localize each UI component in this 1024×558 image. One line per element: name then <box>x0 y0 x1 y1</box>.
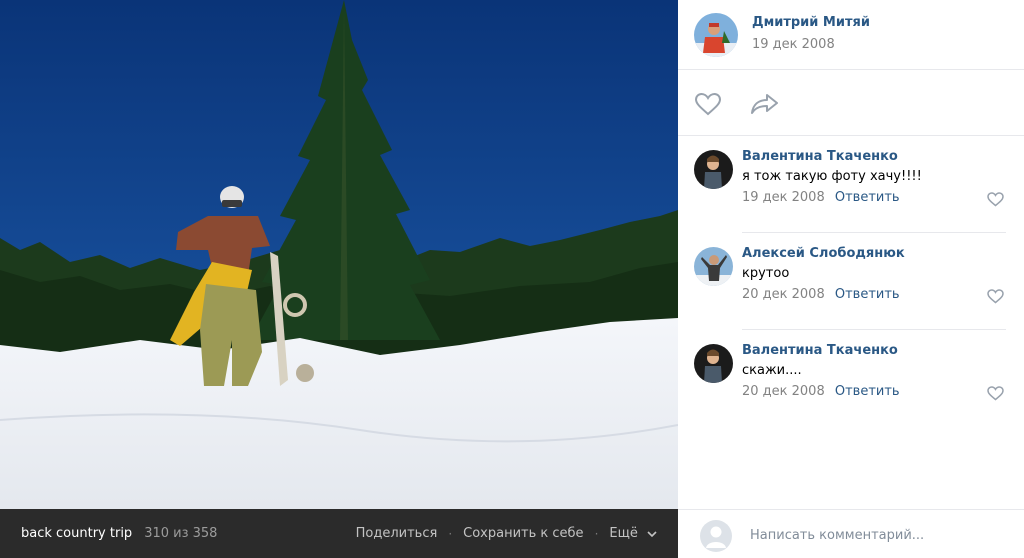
photo-counter: 310 из 358 <box>144 526 218 541</box>
album-title[interactable]: back country trip <box>21 526 132 541</box>
post-actions <box>678 70 1024 136</box>
current-user-avatar <box>700 520 732 552</box>
more-label: Ещё <box>609 526 638 541</box>
author-avatar[interactable] <box>694 13 738 57</box>
comment-composer <box>678 509 1024 558</box>
post-author-header: Дмитрий Митяй 19 дек 2008 <box>678 0 1024 70</box>
heart-outline-icon[interactable] <box>987 386 1004 401</box>
comment-meta: 19 дек 2008 Ответить <box>742 190 900 205</box>
photo-viewer-footer: back country trip 310 из 358 Поделиться … <box>0 509 678 558</box>
comment-meta: 20 дек 2008 Ответить <box>742 384 900 399</box>
reply-link[interactable]: Ответить <box>835 190 900 205</box>
comment-author[interactable]: Валентина Ткаченко <box>742 343 898 358</box>
comment-text: я тож такую фоту хачу!!!! <box>742 169 922 184</box>
comment-text: скажи.... <box>742 363 802 378</box>
comment-author[interactable]: Алексей Слободянюк <box>742 246 905 261</box>
comment-item: Валентина Ткаченко скажи.... 20 дек 2008… <box>678 331 1024 427</box>
commenter-avatar[interactable] <box>694 247 733 286</box>
comment-date: 20 дек 2008 <box>742 384 825 399</box>
share-arrow-icon[interactable] <box>750 92 780 116</box>
commenter-avatar[interactable] <box>694 150 733 189</box>
commenter-avatar[interactable] <box>694 344 733 383</box>
heart-outline-icon[interactable] <box>987 192 1004 207</box>
comment-divider <box>742 232 1006 233</box>
heart-outline-icon[interactable] <box>694 92 722 116</box>
footer-separator: · <box>448 526 453 541</box>
footer-separator: · <box>594 526 599 541</box>
comment-item: Алексей Слободянюк крутоо 20 дек 2008 От… <box>678 234 1024 330</box>
photo-info-panel: Дмитрий Митяй 19 дек 2008 Валентина Ткач… <box>678 0 1024 558</box>
heart-outline-icon[interactable] <box>987 289 1004 304</box>
comment-meta: 20 дек 2008 Ответить <box>742 287 900 302</box>
photo-viewer: back country trip 310 из 358 Поделиться … <box>0 0 678 558</box>
comment-divider <box>742 329 1006 330</box>
reply-link[interactable]: Ответить <box>835 287 900 302</box>
main-photo[interactable] <box>0 0 678 509</box>
share-photo-link[interactable]: Поделиться <box>356 526 438 541</box>
comment-author[interactable]: Валентина Ткаченко <box>742 149 898 164</box>
save-photo-link[interactable]: Сохранить к себе <box>463 526 583 541</box>
comment-item: Валентина Ткаченко я тож такую фоту хачу… <box>678 137 1024 233</box>
chevron-down-icon <box>647 530 657 537</box>
post-date: 19 дек 2008 <box>752 37 835 52</box>
comment-date: 20 дек 2008 <box>742 287 825 302</box>
comment-date: 19 дек 2008 <box>742 190 825 205</box>
more-menu-button[interactable]: Ещё <box>609 526 657 541</box>
comment-input[interactable] <box>740 520 1008 550</box>
author-name[interactable]: Дмитрий Митяй <box>752 15 870 30</box>
comment-text: крутоо <box>742 266 790 281</box>
reply-link[interactable]: Ответить <box>835 384 900 399</box>
